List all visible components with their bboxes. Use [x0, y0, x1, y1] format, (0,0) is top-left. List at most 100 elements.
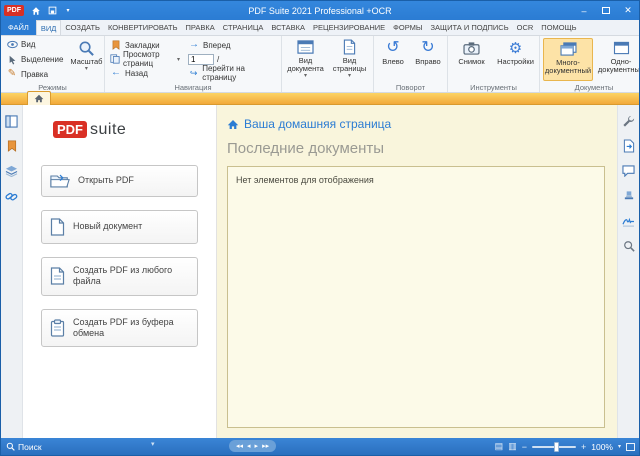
left-panel-strip [1, 105, 23, 438]
page-number-input[interactable] [188, 54, 214, 65]
goto-page-icon: ↪ [188, 67, 199, 79]
group-label-documents: Документы [540, 83, 640, 92]
document-view-icon [296, 39, 316, 56]
arrow-left-icon: ← [110, 67, 122, 79]
rotate-right-icon: ↻ [418, 39, 438, 57]
zoom-button[interactable]: Масштаб ▾ [68, 38, 104, 81]
snapshot-label: Снимок [458, 58, 484, 66]
home-page-title: Ваша домашняя страница [244, 117, 391, 131]
mode-view-label: Вид [21, 40, 35, 49]
home-tab[interactable] [27, 91, 51, 105]
document-view-label: Вид документа [287, 57, 324, 74]
previous-page-icon[interactable]: ◂ [247, 442, 251, 450]
rotate-left-button[interactable]: ↺ Влево [377, 38, 409, 81]
snapshot-button[interactable]: Снимок [451, 38, 492, 81]
camera-icon [462, 39, 482, 57]
tab-edit[interactable]: ПРАВКА [182, 20, 219, 35]
goto-page-button[interactable]: ↪ Перейти на страницу [186, 66, 278, 80]
fit-page-icon[interactable] [626, 443, 635, 451]
home-page-panel: Ваша домашняя страница Последние докумен… [217, 105, 617, 438]
dropdown-arrow-icon: ▾ [177, 56, 180, 63]
multi-document-button[interactable]: Много-документный [543, 38, 593, 81]
house-icon [227, 119, 239, 130]
last-page-icon[interactable]: ▸▸ [262, 442, 269, 450]
close-button[interactable]: ✕ [617, 1, 639, 20]
open-pdf-button[interactable]: Открыть PDF [41, 165, 198, 197]
wrench-icon[interactable] [621, 113, 637, 129]
comments-icon[interactable] [621, 163, 637, 179]
zoom-slider-thumb[interactable] [554, 442, 559, 452]
page-view-label: Вид страницы [331, 57, 368, 74]
create-pdf-from-clipboard-button[interactable]: Создать PDF из буфера обмена [41, 309, 198, 348]
mode-edit-button[interactable]: ✎ Правка [4, 67, 65, 81]
stamp-icon[interactable] [621, 188, 637, 204]
tab-create[interactable]: СОЗДАТЬ [61, 20, 104, 35]
collapse-chevron-icon[interactable]: ▾ [151, 440, 155, 448]
new-document-button[interactable]: Новый документ [41, 210, 198, 244]
rotate-right-button[interactable]: ↻ Вправо [412, 38, 444, 81]
multi-document-label: Много-документный [545, 59, 591, 76]
mode-select-button[interactable]: Выделение [4, 53, 65, 67]
home-icon[interactable] [28, 3, 44, 18]
forward-label: Вперед [203, 41, 231, 50]
tab-forms[interactable]: ФОРМЫ [389, 20, 426, 35]
group-label-modes: Режимы [1, 83, 104, 92]
maximize-button[interactable] [595, 1, 617, 20]
zoom-dropdown-icon[interactable]: ▾ [618, 443, 621, 450]
empty-list-message: Нет элементов для отображения [236, 175, 374, 185]
bookmarks-panel-icon[interactable] [4, 138, 20, 154]
forward-button[interactable]: → Вперед [186, 38, 278, 52]
zoom-label: Масштаб [70, 58, 102, 66]
page-thumbnails-button[interactable]: Просмотр страниц ▾ [108, 52, 182, 66]
zoom-slider[interactable] [532, 446, 576, 448]
attachments-panel-icon[interactable] [4, 188, 20, 204]
search-panel-icon[interactable] [621, 238, 637, 254]
minimize-button[interactable]: – [573, 1, 595, 20]
tab-review[interactable]: РЕЦЕНЗИРОВАНИЕ [309, 20, 389, 35]
chevron-down-icon[interactable]: ▾ [60, 3, 76, 18]
zoom-in-icon[interactable]: + [581, 442, 586, 452]
ribbon-group-views: Вид документа ▾ Вид страницы ▾ [282, 36, 374, 92]
tab-convert[interactable]: КОНВЕРТИРОВАТЬ [104, 20, 182, 35]
page-navigation-pill: ◂◂ ◂ ▸ ▸▸ [229, 440, 276, 452]
create-pdf-from-clipboard-label: Создать PDF из буфера обмена [73, 317, 189, 340]
next-page-icon[interactable]: ▸ [255, 442, 259, 450]
settings-button[interactable]: ⚙ Настройки [495, 38, 536, 81]
single-document-button[interactable]: Одно-документный [596, 38, 640, 81]
ribbon-group-modes: Вид Выделение ✎ Правка Масштаб [1, 36, 105, 92]
tab-insert[interactable]: ВСТАВКА [267, 20, 309, 35]
continuous-view-icon[interactable]: ▥ [508, 441, 517, 452]
gear-icon: ⚙ [506, 39, 526, 57]
signature-icon[interactable] [621, 213, 637, 229]
search-control[interactable]: Поиск [6, 442, 42, 452]
document-view-button[interactable]: Вид документа ▾ [285, 38, 326, 81]
home-page-header: Ваша домашняя страница [227, 117, 605, 131]
new-document-icon [50, 218, 65, 236]
thumbnails-panel-icon[interactable] [4, 113, 20, 129]
first-page-icon[interactable]: ◂◂ [236, 442, 243, 450]
tab-security[interactable]: ЗАЩИТА И ПОДПИСЬ [427, 20, 513, 35]
new-document-label: Новый документ [73, 221, 189, 232]
save-icon[interactable] [44, 3, 60, 18]
dropdown-arrow-icon: ▾ [85, 66, 88, 73]
rotate-left-icon: ↺ [383, 39, 403, 57]
tab-help[interactable]: ПОМОЩЬ [537, 20, 580, 35]
mode-view-button[interactable]: Вид [4, 38, 65, 52]
window-controls: – ✕ [573, 1, 639, 20]
cursor-icon [6, 54, 18, 66]
pdf-app-icon: PDF [4, 5, 24, 16]
single-page-view-icon[interactable]: ▤ [495, 441, 504, 452]
tab-file[interactable]: ФАЙЛ [1, 20, 36, 35]
layers-panel-icon[interactable] [4, 163, 20, 179]
ribbon-group-tools: Снимок ⚙ Настройки Инструменты [448, 36, 540, 92]
page-view-button[interactable]: Вид страницы ▾ [329, 38, 370, 81]
back-button[interactable]: ← Назад [108, 66, 182, 80]
zoom-out-icon[interactable]: − [522, 442, 527, 452]
ribbon-group-navigation: Закладки → Вперед Просмотр страниц ▾ / [105, 36, 282, 92]
tab-ocr[interactable]: OCR [513, 20, 538, 35]
create-pdf-from-file-button[interactable]: Создать PDF из любого файла [41, 257, 198, 296]
tab-page[interactable]: СТРАНИЦА [219, 20, 268, 35]
tab-view[interactable]: ВИД [36, 20, 61, 35]
export-pdf-icon[interactable] [621, 138, 637, 154]
ribbon-group-documents: Много-документный Одно-документный Докум… [540, 36, 640, 92]
